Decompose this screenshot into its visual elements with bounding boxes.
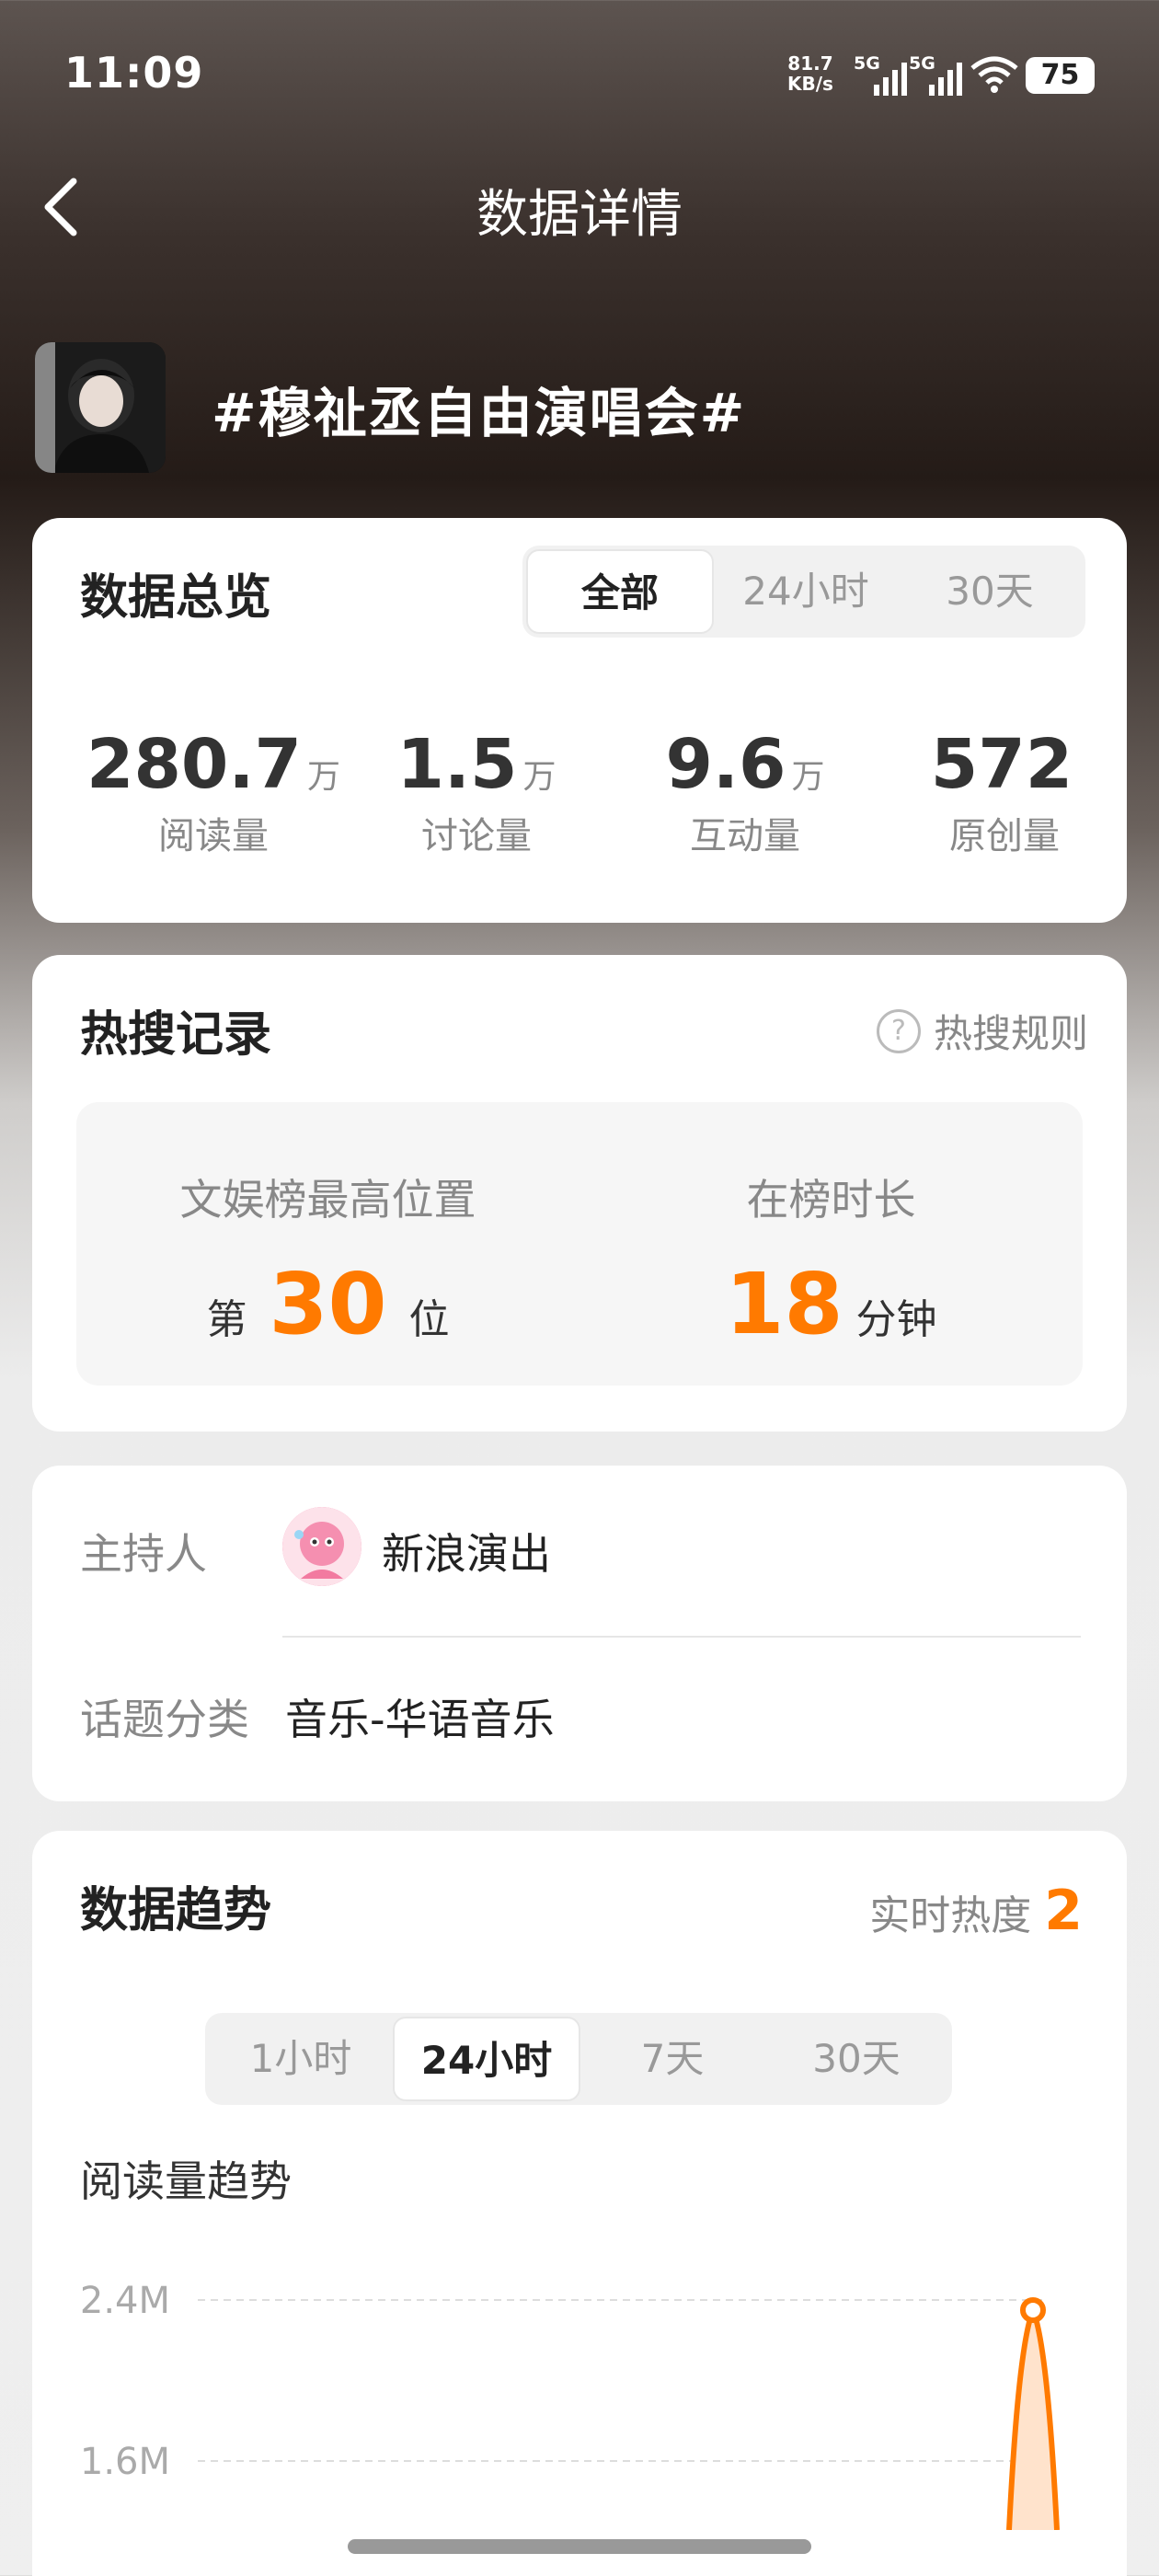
hot-search-title: 热搜记录 — [80, 1007, 272, 1063]
host-name[interactable]: 新浪演出 — [382, 1521, 551, 1581]
realtime-heat-value: 2 — [1044, 1879, 1083, 1943]
stat-discussions-value: 1.5 — [396, 725, 518, 804]
hot-search-box: 文娱榜最高位置 第 30 位 在榜时长 18 分钟 — [76, 1102, 1083, 1386]
host-label: 主持人 — [80, 1529, 207, 1579]
stat-original-value: 572 — [930, 725, 1073, 804]
stat-original: 572 原创量 — [871, 725, 1138, 859]
duration-label: 在榜时长 — [746, 1175, 916, 1225]
category-value: 音乐-华语音乐 — [285, 1695, 555, 1744]
signal-icon-1: 5G — [854, 53, 909, 99]
signal-icon-2: 5G — [909, 53, 964, 99]
trend-peak-point[interactable] — [1020, 2296, 1046, 2323]
hot-search-rules-label: 热搜规则 — [933, 1011, 1088, 1056]
overview-stats: 280.7 万 阅读量 1.5 万 讨论量 9.6 万 互动量 572 原创量 — [32, 725, 1127, 863]
tab-all[interactable]: 全部 — [526, 549, 714, 634]
page-title: 数据详情 — [476, 185, 683, 245]
host-avatar[interactable] — [282, 1507, 361, 1586]
stat-reads-unit: 万 — [307, 758, 341, 796]
stat-discussions: 1.5 万 讨论量 — [343, 725, 610, 859]
tab-24h-trend[interactable]: 24小时 — [393, 2017, 580, 2101]
tab-30d[interactable]: 30天 — [898, 549, 1082, 634]
host-avatar-image — [282, 1507, 361, 1586]
hot-search-card: 热搜记录 ? 热搜规则 文娱榜最高位置 第 30 位 在榜时长 18 分钟 — [32, 955, 1127, 1432]
highest-rank: 文娱榜最高位置 第 30 位 — [76, 1167, 580, 1353]
realtime-heat: 实时热度 2 — [869, 1879, 1083, 1943]
tab-24h[interactable]: 24小时 — [714, 549, 898, 634]
y-tick-label: 2.4M — [80, 2280, 170, 2322]
info-divider — [282, 1636, 1081, 1638]
battery-indicator: 75 — [1026, 57, 1095, 94]
signal-bars-icon — [874, 63, 907, 96]
trend-range-tabs: 1小时 24小时 7天 30天 — [205, 2013, 952, 2105]
overview-title: 数据总览 — [80, 570, 272, 626]
tab-30d-trend[interactable]: 30天 — [764, 2017, 948, 2101]
stat-original-label: 原创量 — [949, 815, 1060, 857]
wifi-icon — [970, 56, 1018, 93]
highest-rank-label: 文娱榜最高位置 — [179, 1175, 476, 1225]
tab-7d[interactable]: 7天 — [580, 2017, 764, 2101]
topic-title: #穆祉丞自由演唱会# — [212, 382, 747, 444]
status-bar: 11:09 81.7 KB/s 5G 5G 75 — [0, 0, 1159, 147]
trend-card: 数据趋势 实时热度 2 1小时 24小时 7天 30天 阅读量趋势 2.4M 1.… — [32, 1831, 1127, 2576]
duration-unit: 分钟 — [855, 1296, 937, 1343]
highest-rank-prefix: 第 — [206, 1296, 247, 1343]
chart-title: 阅读量趋势 — [80, 2156, 292, 2206]
network-speed-unit: KB/s — [787, 73, 833, 95]
stat-discussions-label: 讨论量 — [421, 815, 532, 857]
hot-search-rules-link[interactable]: ? 热搜规则 — [876, 1003, 1088, 1059]
on-list-duration: 在榜时长 18 分钟 — [580, 1167, 1083, 1353]
highest-rank-value: 30 — [269, 1255, 387, 1353]
stat-reads-value: 280.7 — [86, 725, 303, 804]
stat-interactions-value: 9.6 — [665, 725, 786, 804]
topic-avatar — [35, 342, 166, 473]
overview-range-tabs: 全部 24小时 30天 — [522, 546, 1085, 638]
overview-card: 数据总览 全部 24小时 30天 280.7 万 阅读量 1.5 万 讨论量 9.6… — [32, 518, 1127, 923]
realtime-heat-label: 实时热度 — [869, 1892, 1032, 1939]
tab-1h[interactable]: 1小时 — [209, 2017, 393, 2101]
read-trend-chart: 2.4M 1.6M — [80, 2280, 1060, 2530]
trend-title: 数据趋势 — [80, 1883, 272, 1938]
network-speed-value: 81.7 — [787, 52, 833, 75]
stat-interactions-label: 互动量 — [690, 815, 800, 857]
status-time: 11:09 — [64, 48, 204, 98]
info-card: 主持人 新浪演出 话题分类 音乐-华语音乐 — [32, 1466, 1127, 1801]
y-tick-label: 1.6M — [80, 2441, 170, 2483]
stat-discussions-unit: 万 — [522, 758, 557, 796]
network-speed: 81.7 KB/s — [787, 53, 833, 94]
category-label: 话题分类 — [80, 1695, 249, 1744]
signal-bars-icon — [929, 63, 962, 96]
stat-interactions: 9.6 万 互动量 — [612, 725, 878, 859]
stat-reads-label: 阅读量 — [158, 815, 269, 857]
topic-avatar-image — [35, 342, 166, 473]
stat-interactions-unit: 万 — [791, 758, 825, 796]
stat-reads: 280.7 万 阅读量 — [80, 725, 347, 859]
question-icon: ? — [876, 1008, 921, 1053]
home-indicator[interactable] — [348, 2539, 811, 2554]
highest-rank-suffix: 位 — [408, 1296, 450, 1343]
duration-value: 18 — [725, 1255, 843, 1353]
